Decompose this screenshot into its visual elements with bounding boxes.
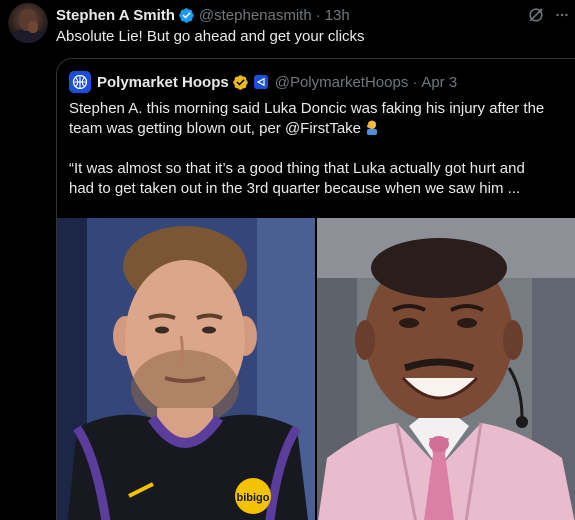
more-options-icon[interactable] — [552, 6, 572, 24]
separator-dot: · — [315, 6, 321, 24]
separator-dot: · — [412, 73, 418, 91]
quoted-tweet-header: Polymarket Hoops @PolymarketHoops · Apr … — [69, 71, 457, 93]
quoted-tweet-text: Stephen A. this morning said Luka Doncic… — [69, 99, 569, 199]
tweet-text: Absolute Lie! But go ahead and get your … — [56, 28, 365, 45]
affiliate-badge-icon[interactable] — [253, 75, 268, 89]
quoted-author-name[interactable]: Polymarket Hoops — [97, 74, 229, 91]
quoted-tweet[interactable]: Polymarket Hoops @PolymarketHoops · Apr … — [56, 58, 575, 520]
verified-badge-icon[interactable] — [178, 7, 195, 24]
tweet-timestamp[interactable]: 13h — [325, 7, 350, 24]
man-facepalming-emoji-icon — [367, 120, 378, 135]
quoted-text-line: had to get taken out in the 3rd quarter … — [69, 180, 521, 197]
quoted-text-line: Stephen A. this morning said Luka Doncic… — [69, 100, 545, 117]
quoted-author-handle[interactable]: @PolymarketHoops — [275, 74, 409, 91]
quoted-text-line: team was getting blown out, per @FirstTa… — [69, 119, 569, 139]
author-handle[interactable]: @stephenasmith — [199, 7, 312, 24]
author-avatar[interactable] — [8, 3, 48, 43]
gold-verified-badge-icon[interactable] — [232, 74, 249, 91]
tweet-card[interactable]: Stephen A Smith @stephenasmith · 13h Abs… — [0, 0, 575, 520]
media-grid[interactable]: bibigo — [57, 218, 575, 520]
quoted-author-avatar[interactable] — [69, 71, 91, 93]
media-image-stephen-a[interactable] — [317, 218, 575, 520]
tweet-header: Stephen A Smith @stephenasmith · 13h — [56, 5, 350, 25]
grok-icon[interactable] — [526, 5, 546, 25]
media-image-luka[interactable]: bibigo — [57, 218, 315, 520]
quoted-text-line: “It was almost so that it’s a good thing… — [69, 160, 525, 177]
basketball-icon — [72, 74, 88, 90]
jersey-sponsor-logo: bibigo — [237, 492, 270, 504]
quoted-text-line-2: team was getting blown out, per @FirstTa… — [69, 120, 362, 137]
quoted-tweet-timestamp[interactable]: Apr 3 — [421, 74, 457, 91]
author-name[interactable]: Stephen A Smith — [56, 7, 175, 24]
